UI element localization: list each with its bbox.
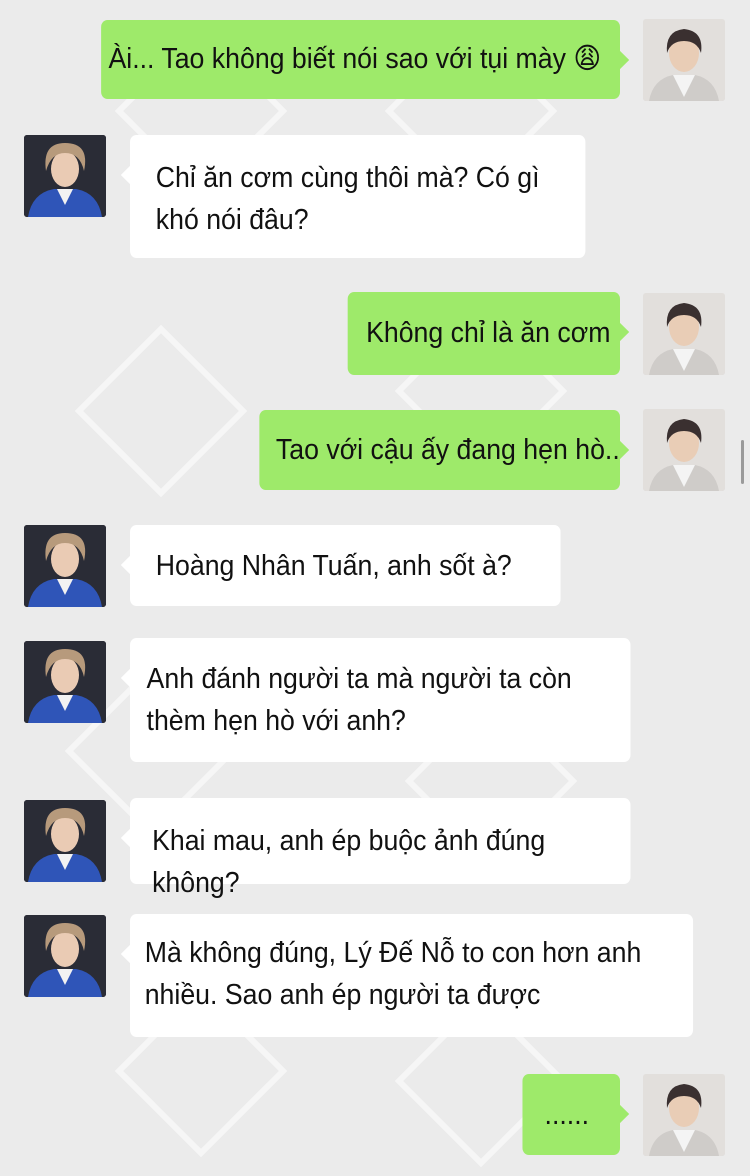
friend-message-bubble[interactable]: Khai mau, anh ép buộc ảnh đúng không? [120,798,631,899]
person-avatar-icon [24,800,106,882]
scrollbar-thumb[interactable] [741,440,744,484]
my-message-bubble[interactable]: Ài... Tao không biết nói sao với tụi mày… [101,20,630,99]
message-text: ...... [544,1099,590,1131]
message-text: Chỉ ăn cơm cùng thôi mà? Có gì khó nói đ… [155,162,547,236]
friend-message-bubble[interactable]: Anh đánh người ta mà người ta còn thèm h… [120,638,631,762]
person-avatar-icon [24,135,106,217]
friend-avatar[interactable] [24,800,106,882]
message-text: Anh đánh người ta mà người ta còn thèm h… [146,663,580,737]
friend-avatar[interactable] [24,641,106,723]
my-message-bubble[interactable]: Không chỉ là ăn cơm [347,292,630,375]
friend-avatar[interactable] [24,525,106,607]
person-avatar-icon [643,19,725,101]
friend-avatar[interactable] [24,135,106,217]
person-avatar-icon [643,1074,725,1156]
friend-avatar[interactable] [24,915,106,997]
message-text: Khai mau, anh ép buộc ảnh đúng không? [152,825,553,899]
my-avatar[interactable] [643,1074,725,1156]
person-avatar-icon [24,641,106,723]
my-avatar[interactable] [643,409,725,491]
message-text: Mà không đúng, Lý Đế Nỗ to con hơn anh n… [144,937,649,1011]
message-text: Hoàng Nhân Tuấn, anh sốt à? [155,550,512,582]
friend-message-bubble[interactable]: Hoàng Nhân Tuấn, anh sốt à? [120,525,561,606]
message-text: Tao với cậu ấy đang hẹn hò.. [275,434,620,466]
person-avatar-icon [24,525,106,607]
message-text: Không chỉ là ăn cơm [366,317,611,349]
watermark-mark [74,324,248,498]
my-message-bubble[interactable]: ...... [522,1074,630,1155]
person-avatar-icon [643,409,725,491]
message-text: Ài... Tao không biết nói sao với tụi mày… [108,43,602,75]
friend-message-bubble[interactable]: Mà không đúng, Lý Đế Nỗ to con hơn anh n… [120,914,694,1037]
person-avatar-icon [24,915,106,997]
person-avatar-icon [643,293,725,375]
my-avatar[interactable] [643,19,725,101]
friend-message-bubble[interactable]: Chỉ ăn cơm cùng thôi mà? Có gì khó nói đ… [120,135,586,258]
my-avatar[interactable] [643,293,725,375]
my-message-bubble[interactable]: Tao với cậu ấy đang hẹn hò.. [259,410,630,490]
